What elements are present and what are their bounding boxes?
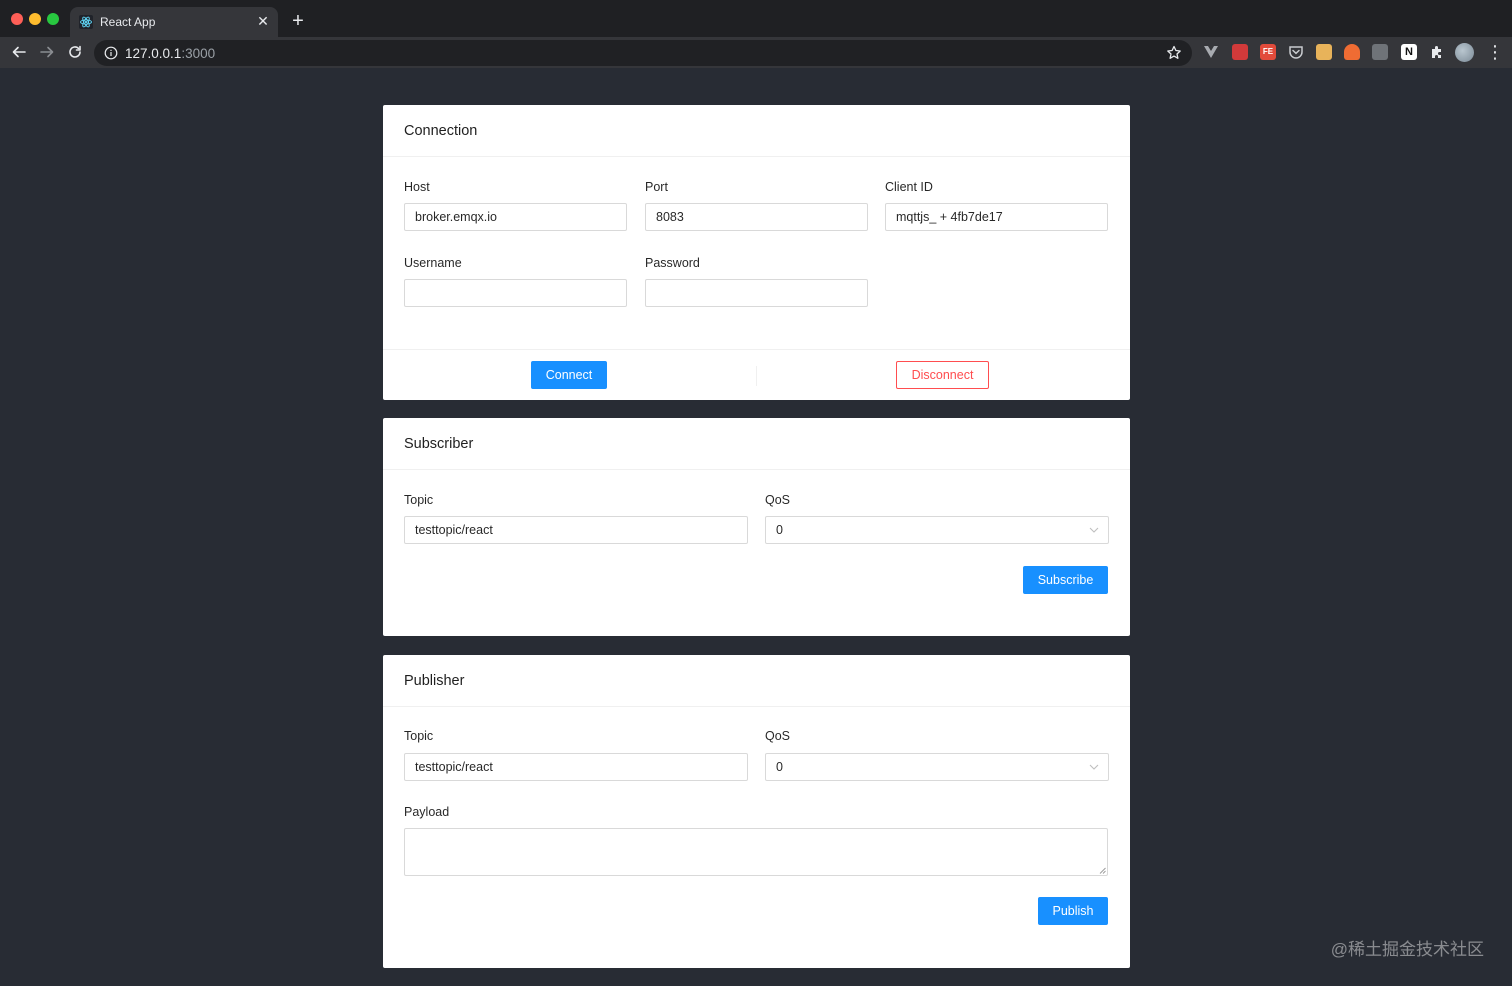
minimize-window-icon[interactable] [29,13,41,25]
publish-topic-input[interactable]: testtopic/react [404,753,748,781]
new-tab-icon[interactable]: + [288,11,308,31]
publish-button[interactable]: Publish [1038,897,1108,925]
connection-title: Connection [404,123,478,139]
reload-icon[interactable] [65,42,85,62]
connect-button[interactable]: Connect [531,361,607,389]
extension-icon[interactable] [1232,44,1248,60]
connection-card: Connection Host broker.emqx.io Port 8083… [383,105,1130,400]
actions-divider [756,366,757,386]
more-options-icon[interactable]: ⋮ [1486,43,1504,62]
close-window-icon[interactable] [11,13,23,25]
url-text: 127.0.0.1:3000 [125,46,215,61]
username-input[interactable] [404,279,627,307]
bookmark-star-icon[interactable] [1165,44,1183,62]
browser-toolbar: 127.0.0.1:3000 [0,37,1512,68]
card-header: Publisher [383,655,1130,707]
card-header: Subscriber [383,418,1130,470]
client-id-label: Client ID [885,180,933,194]
pocket-icon[interactable] [1288,44,1304,60]
publisher-card: Publisher Topic testtopic/react QoS 0 Pa… [383,655,1130,968]
username-label: Username [404,256,462,270]
chevron-down-icon [1089,527,1099,533]
react-icon [79,15,93,29]
address-bar[interactable]: 127.0.0.1:3000 [94,40,1192,66]
close-tab-icon[interactable]: ✕ [255,13,271,29]
port-input[interactable]: 8083 [645,203,868,231]
extension-icon[interactable] [1316,44,1332,60]
browser-tab[interactable]: React App ✕ [70,7,278,37]
subscribe-qos-select[interactable]: 0 [765,516,1109,544]
host-label: Host [404,180,430,194]
password-input[interactable] [645,279,868,307]
fe-helper-icon[interactable]: FE [1260,44,1276,60]
chevron-down-icon [1089,764,1099,770]
resize-handle-icon[interactable] [1099,867,1106,874]
extension-icon[interactable] [1372,44,1388,60]
payload-textarea[interactable] [404,828,1108,876]
payload-label: Payload [404,805,450,819]
client-id-input[interactable]: mqttjs_ + 4fb7de17 [885,203,1108,231]
publisher-title: Publisher [404,673,465,689]
notion-icon[interactable]: N [1401,44,1417,60]
subscriber-title: Subscriber [404,436,474,452]
watermark: @稀土掘金技术社区 [1330,940,1484,959]
disconnect-button[interactable]: Disconnect [896,361,989,389]
info-icon[interactable] [104,46,118,60]
extension-icon[interactable] [1344,44,1360,60]
url-port: :3000 [181,46,216,61]
subscriber-card: Subscriber Topic testtopic/react QoS 0 S… [383,418,1130,636]
subscribe-topic-input[interactable]: testtopic/react [404,516,748,544]
card-header: Connection [383,105,1130,157]
password-label: Password [645,256,700,270]
host-input[interactable]: broker.emqx.io [404,203,627,231]
url-host: 127.0.0.1 [125,46,182,61]
maximize-window-icon[interactable] [47,13,59,25]
port-label: Port [645,180,668,194]
publish-qos-select[interactable]: 0 [765,753,1109,781]
subscribe-button[interactable]: Subscribe [1023,566,1108,594]
forward-arrow-icon[interactable] [37,42,57,62]
qos-label: QoS [765,493,791,507]
back-arrow-icon[interactable] [9,42,29,62]
tab-title: React App [100,15,156,29]
qos-label: QoS [765,729,791,743]
extensions-puzzle-icon[interactable] [1429,44,1445,60]
vue-devtools-icon[interactable] [1203,44,1219,60]
topic-label: Topic [404,729,434,743]
qos-selected-value: 0 [776,760,783,774]
card-actions: Connect Disconnect [383,349,1130,400]
profile-avatar[interactable] [1455,43,1474,62]
topic-label: Topic [404,493,434,507]
qos-selected-value: 0 [776,523,783,537]
browser-chrome: React App ✕ + 127.0.0.1:3000 FE N ⋮ [0,0,1512,68]
